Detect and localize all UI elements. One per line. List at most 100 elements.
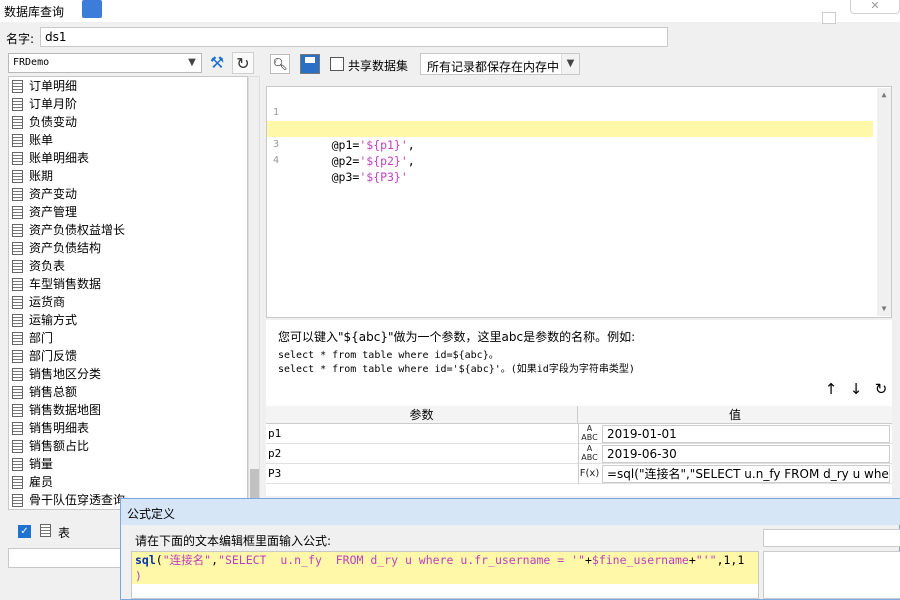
show-table-checkbox[interactable]: ✓ xyxy=(18,525,31,538)
formula-dialog: 公式定义 请在下面的文本编辑框里面输入公式: sql("连接名","SELECT… xyxy=(120,498,900,600)
dialog-title: 公式定义 xyxy=(127,507,176,521)
table-name: 账单明细表 xyxy=(29,151,90,165)
table-name: 账单 xyxy=(29,133,54,147)
param-name-header: 参数 xyxy=(266,406,578,424)
list-item[interactable]: 资产负债结构 xyxy=(9,239,247,257)
table-icon xyxy=(12,98,23,111)
database-select-value: FRDemo xyxy=(13,57,50,68)
close-button[interactable]: ✕ xyxy=(850,0,900,14)
table-name: 资产负债权益增长 xyxy=(29,223,126,237)
list-item[interactable]: 资产管理 xyxy=(9,203,247,221)
list-item[interactable]: 销量 xyxy=(9,455,247,473)
list-item[interactable]: 部门 xyxy=(9,329,247,347)
sql-editor[interactable]: 1 EXEC pro_test20191125 2 @p1='${p1}', 3… xyxy=(266,86,892,318)
list-item[interactable]: 资负表 xyxy=(9,257,247,275)
maximize-button[interactable] xyxy=(822,12,836,24)
param-value-input[interactable]: 2019-06-30 xyxy=(602,445,890,463)
table-name: 销售明细表 xyxy=(29,421,90,435)
parameter-table: 参数 值 p1 A ABC 2019-01-01 p2 A ABC 2019-06-… xyxy=(266,406,892,496)
scroll-up-icon[interactable]: ▲ xyxy=(877,88,891,102)
move-down-icon[interactable]: ↓ xyxy=(847,380,865,398)
list-item[interactable]: 销售数据地图 xyxy=(9,401,247,419)
show-table-label: 表 xyxy=(58,526,71,540)
list-item[interactable]: 账单明细表 xyxy=(9,149,247,167)
dialog-title-bar: 公式定义 xyxy=(121,499,900,525)
table-icon xyxy=(12,134,23,147)
string-type-icon[interactable]: A ABC xyxy=(578,444,600,464)
list-item[interactable]: 资产变动 xyxy=(9,185,247,203)
table-icon xyxy=(12,476,23,489)
table-name: 运输方式 xyxy=(29,313,78,327)
table-row[interactable]: P3 F(x) =sql("连接名","SELECT u.n_fy FROM d… xyxy=(266,464,892,484)
connection-settings-button[interactable]: ⚒ xyxy=(206,52,228,74)
list-item[interactable]: 运输方式 xyxy=(9,311,247,329)
list-item[interactable]: 订单明细 xyxy=(9,77,247,95)
list-item[interactable]: 销售额占比 xyxy=(9,437,247,455)
editor-scrollbar[interactable]: ▲ ▼ xyxy=(877,88,891,316)
name-input[interactable] xyxy=(40,27,668,47)
table-name: 骨干队伍穿透查询 xyxy=(29,493,126,507)
list-item[interactable]: 账期 xyxy=(9,167,247,185)
table-name: 订单明细 xyxy=(29,79,78,93)
save-icon[interactable] xyxy=(300,54,320,74)
param-value-input[interactable]: 2019-01-01 xyxy=(602,425,890,443)
function-list[interactable] xyxy=(763,551,900,599)
formula-line: ) xyxy=(132,568,758,584)
chevron-down-icon: ▼ xyxy=(188,57,196,68)
share-dataset-checkbox[interactable] xyxy=(330,57,344,71)
query-pane: 🔍︎ 共享数据集 所有记录都保存在内存中 ▼ 1 EXEC pro_test20… xyxy=(262,50,900,500)
list-item[interactable]: 车型销售数据 xyxy=(9,275,247,293)
table-icon xyxy=(12,224,23,237)
formula-line: sql("连接名","SELECT u.n_fy FROM d_ry u whe… xyxy=(132,552,758,568)
list-item[interactable]: 订单月阶 xyxy=(9,95,247,113)
hint-line: select * from table where id=${abc}。 xyxy=(278,350,499,361)
list-item[interactable]: 部门反馈 xyxy=(9,347,247,365)
line-number: 4 xyxy=(273,155,280,166)
table-icon xyxy=(12,116,23,129)
table-name: 销售地区分类 xyxy=(29,367,102,381)
string-type-icon[interactable]: A ABC xyxy=(578,424,600,444)
param-value-input[interactable]: =sql("连接名","SELECT u.n_fy FROM d_ry u wh… xyxy=(602,465,890,483)
list-item[interactable]: 负债变动 xyxy=(9,113,247,131)
table-name: 资产变动 xyxy=(29,187,78,201)
memory-mode-value: 所有记录都保存在内存中 xyxy=(427,60,560,74)
code-line: 4 @p3='${P3}' xyxy=(267,137,873,184)
code-text: @p3='${P3}' xyxy=(297,170,408,184)
table-icon xyxy=(12,368,23,381)
function-search-input[interactable] xyxy=(763,529,900,547)
table-name: 销售额占比 xyxy=(29,439,90,453)
code-line: 1 EXEC pro_test20191125 xyxy=(267,89,873,136)
formula-type-icon[interactable]: F(x) xyxy=(578,464,600,484)
preview-button[interactable]: 🔍︎ xyxy=(270,54,290,74)
list-item[interactable]: 雇员 xyxy=(9,473,247,491)
table-list[interactable]: 订单明细订单月阶 负债变动账单账单明细表账期资产变动资产管理资产负债权益增长资产负… xyxy=(8,76,248,510)
hint-line: 您可以键入"${abc}"做为一个参数，这里abc是参数的名称。例如: xyxy=(278,330,636,344)
table-row[interactable]: p1 A ABC 2019-01-01 xyxy=(266,424,892,444)
name-label: 名字: xyxy=(6,32,35,46)
table-icon xyxy=(12,152,23,165)
list-item[interactable]: 资产负债权益增长 xyxy=(9,221,247,239)
list-item[interactable]: 销售总额 xyxy=(9,383,247,401)
refresh-icon: ↻ xyxy=(236,54,250,73)
table-icon xyxy=(12,350,23,363)
refresh-params-icon[interactable]: ↻ xyxy=(872,380,890,398)
table-name: 运货商 xyxy=(29,295,66,309)
formula-editor[interactable]: sql("连接名","SELECT u.n_fy FROM d_ry u whe… xyxy=(131,551,759,599)
code-line: 2 @p1='${p1}', xyxy=(267,105,873,152)
database-select[interactable]: FRDemo ▼ xyxy=(8,53,202,73)
memory-mode-select[interactable]: 所有记录都保存在内存中 ▼ xyxy=(420,53,580,75)
table-icon xyxy=(12,386,23,399)
list-item[interactable]: 销售地区分类 xyxy=(9,365,247,383)
list-item[interactable]: 运货商 xyxy=(9,293,247,311)
table-icon xyxy=(12,422,23,435)
list-item[interactable]: 销售明细表 xyxy=(9,419,247,437)
table-name: 资负表 xyxy=(29,259,66,273)
move-up-icon[interactable]: ↑ xyxy=(822,380,840,398)
param-value-header: 值 xyxy=(578,406,892,424)
refresh-tables-button[interactable]: ↻ xyxy=(232,52,254,74)
table-list-scrollbar[interactable] xyxy=(248,76,260,510)
list-item[interactable]: 账单 xyxy=(9,131,247,149)
chevron-down-icon: ▼ xyxy=(561,54,579,74)
table-row[interactable]: p2 A ABC 2019-06-30 xyxy=(266,444,892,464)
scroll-down-icon[interactable]: ▼ xyxy=(877,302,891,316)
